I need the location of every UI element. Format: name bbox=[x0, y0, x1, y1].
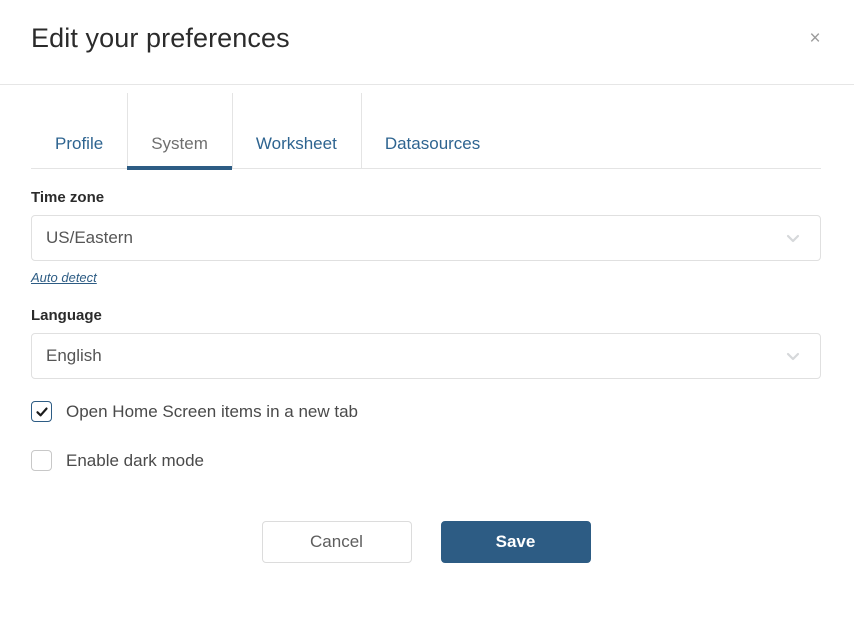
tab-worksheet[interactable]: Worksheet bbox=[231, 93, 361, 169]
settings-form: Time zone US/Eastern Auto detect Languag… bbox=[0, 189, 854, 563]
tab-profile[interactable]: Profile bbox=[31, 135, 127, 169]
timezone-value: US/Eastern bbox=[46, 228, 133, 247]
timezone-select[interactable]: US/Eastern bbox=[31, 215, 821, 261]
close-icon[interactable]: × bbox=[802, 25, 828, 51]
dialog-footer: Cancel Save bbox=[31, 521, 821, 563]
cancel-button[interactable]: Cancel bbox=[261, 521, 412, 563]
tab-datasources[interactable]: Datasources bbox=[360, 93, 504, 169]
tab-bar: Profile System Worksheet Datasources bbox=[31, 85, 821, 170]
enable-dark-mode-row[interactable]: Enable dark mode bbox=[31, 450, 821, 471]
checkbox-label-open-home-items: Open Home Screen items in a new tab bbox=[66, 401, 358, 421]
save-button[interactable]: Save bbox=[440, 521, 591, 563]
tab-system[interactable]: System bbox=[127, 93, 232, 170]
auto-detect-link[interactable]: Auto detect bbox=[31, 270, 97, 285]
open-home-items-new-tab-row[interactable]: Open Home Screen items in a new tab bbox=[31, 401, 821, 422]
timezone-label: Time zone bbox=[31, 189, 105, 206]
chevron-down-icon bbox=[784, 347, 802, 365]
dialog-header: Edit your preferences × bbox=[0, 0, 854, 85]
language-label: Language bbox=[31, 307, 102, 324]
page-title: Edit your preferences bbox=[31, 23, 290, 53]
checkbox-open-home-items-new-tab[interactable] bbox=[31, 401, 52, 422]
language-select[interactable]: English bbox=[31, 333, 821, 379]
checkbox-label-enable-dark-mode: Enable dark mode bbox=[66, 450, 204, 470]
checkbox-enable-dark-mode[interactable] bbox=[31, 450, 52, 471]
chevron-down-icon bbox=[784, 229, 802, 247]
language-value: English bbox=[46, 346, 102, 365]
